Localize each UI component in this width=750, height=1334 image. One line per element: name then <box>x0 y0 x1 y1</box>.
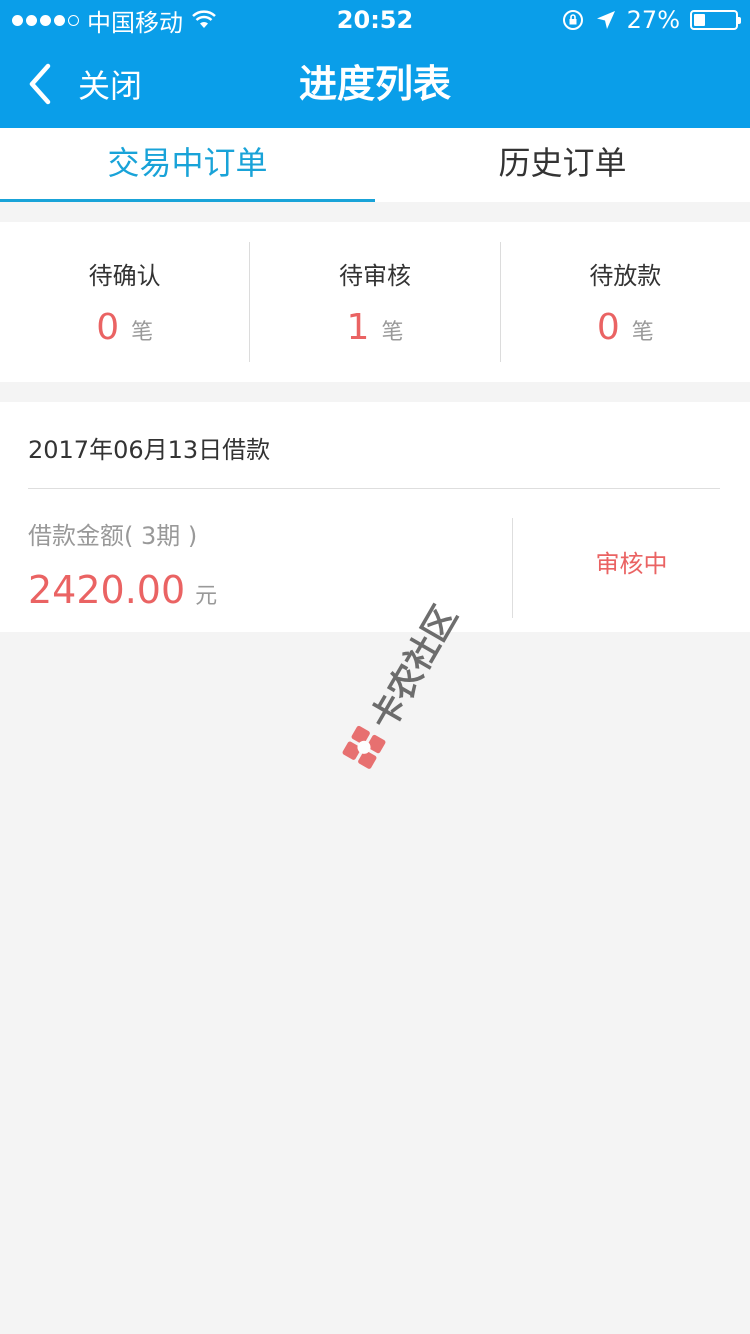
status-bar: 中国移动 20:52 27% <box>0 0 750 40</box>
battery-icon <box>690 10 741 30</box>
stat-label: 待放款 <box>589 262 662 290</box>
order-divider <box>28 488 720 489</box>
order-date-title: 2017年06月13日借款 <box>28 436 271 464</box>
back-button[interactable]: 关闭 <box>24 40 142 128</box>
stat-pending-confirm[interactable]: 待确认 0 笔 <box>0 242 249 362</box>
battery-fill <box>694 14 705 26</box>
wifi-icon <box>192 10 216 28</box>
stat-label: 待确认 <box>88 262 161 290</box>
stat-value: 1 笔 <box>347 307 404 348</box>
stat-value: 0 笔 <box>96 307 153 348</box>
stat-count: 1 <box>346 307 370 348</box>
stat-unit: 笔 <box>131 320 154 345</box>
stat-unit: 笔 <box>381 320 404 345</box>
order-amount-label: 借款金额( 3期 ) <box>28 522 198 550</box>
order-amount-value: 2420.00 <box>28 568 186 612</box>
status-left: 中国移动 <box>12 3 217 38</box>
signal-strength-icon <box>12 14 79 26</box>
nav-bar: 关闭 进度列表 <box>0 40 750 128</box>
rotation-lock-icon <box>562 10 583 30</box>
stat-unit: 笔 <box>631 320 654 345</box>
stat-value: 0 笔 <box>597 307 654 348</box>
watermark-text: 卡农社区 <box>362 598 466 737</box>
order-amount: 2420.00 元 <box>28 568 217 612</box>
carrier-name: 中国移动 <box>87 8 183 37</box>
status-right: 27% <box>561 6 741 34</box>
stat-pending-review[interactable]: 待审核 1 笔 <box>249 242 499 362</box>
tab-history-orders[interactable]: 历史订单 <box>375 128 750 202</box>
tab-trading-orders[interactable]: 交易中订单 <box>0 128 375 202</box>
stat-count: 0 <box>96 307 120 348</box>
order-status-badge: 审核中 <box>595 550 668 578</box>
order-stats-card: 待确认 0 笔 待审核 1 笔 待放款 0 笔 <box>0 222 750 382</box>
stat-pending-disbursement[interactable]: 待放款 0 笔 <box>499 242 750 362</box>
stat-label: 待审核 <box>338 262 411 290</box>
order-amount-unit: 元 <box>195 584 218 609</box>
chevron-left-icon <box>29 63 51 105</box>
order-tabs: 交易中订单 历史订单 <box>0 128 750 202</box>
battery-percent: 27% <box>626 6 680 34</box>
stat-count: 0 <box>596 307 620 348</box>
location-arrow-icon <box>596 11 615 29</box>
back-button-label: 关闭 <box>78 67 143 105</box>
